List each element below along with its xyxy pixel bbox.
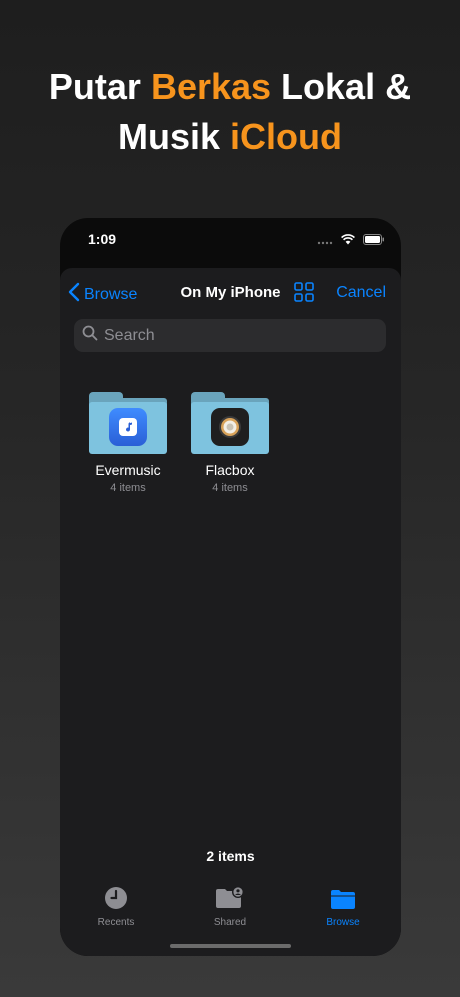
grid-view-button[interactable] [294, 282, 314, 302]
folder-icon [89, 392, 167, 454]
folder-item-flacbox[interactable]: Flacbox 4 items [184, 392, 276, 494]
status-time: 1:09 [88, 231, 117, 247]
tab-label: Shared [213, 917, 247, 928]
folder-icon [330, 888, 356, 913]
search-input[interactable]: Search [104, 327, 155, 345]
search-bar[interactable]: Search [74, 319, 386, 352]
headline-highlight: iCloud [230, 116, 342, 157]
tab-label: Recents [97, 917, 135, 928]
tab-browse[interactable]: Browse [303, 883, 383, 928]
headline-highlight: Berkas [150, 66, 272, 107]
shared-folder-icon [215, 886, 245, 913]
headline-text: Lokal & [271, 66, 412, 107]
headline-line-1: Putar Berkas Lokal & [0, 62, 460, 112]
back-button-label: Browse [84, 285, 138, 303]
folder-item-count: 4 items [212, 482, 248, 494]
tab-recents[interactable]: Recents [76, 883, 156, 928]
folder-icon [191, 392, 269, 454]
wifi-icon [341, 232, 355, 250]
browse-back-button[interactable]: Browse [68, 282, 137, 307]
battery-icon [363, 232, 385, 250]
headline-text: Musik [117, 116, 231, 157]
tab-label: Browse [326, 917, 360, 928]
folder-name: Flacbox [205, 462, 255, 478]
folder-name: Evermusic [95, 462, 161, 478]
grid-icon [294, 282, 314, 306]
home-indicator [170, 944, 291, 948]
navigation-bar: Browse On My iPhone Cancel [60, 268, 401, 316]
status-bar: 1:09 [60, 218, 401, 266]
cancel-button[interactable]: Cancel [336, 284, 386, 302]
folder-item-count: 4 items [110, 482, 146, 494]
promo-headline: Putar Berkas Lokal & Musik iCloud [0, 62, 460, 162]
cellular-signal-icon [317, 232, 333, 250]
clock-icon [104, 886, 128, 913]
headline-line-2: Musik iCloud [0, 112, 460, 162]
flacbox-app-icon [211, 408, 249, 446]
evermusic-app-icon [109, 408, 147, 446]
search-icon [82, 325, 98, 346]
status-icons [317, 232, 385, 250]
chevron-left-icon [68, 282, 80, 307]
tab-bar: Recents Shared Browse [60, 883, 401, 943]
folder-item-evermusic[interactable]: Evermusic 4 items [82, 392, 174, 494]
document-browser-sheet: Browse On My iPhone Cancel Search Evermu… [60, 268, 401, 956]
headline-text: Putar [48, 66, 151, 107]
tab-shared[interactable]: Shared [190, 883, 270, 928]
phone-frame: 1:09 Browse On My iPhone Cancel Search E… [60, 218, 401, 956]
items-count-label: 2 items [206, 848, 255, 864]
